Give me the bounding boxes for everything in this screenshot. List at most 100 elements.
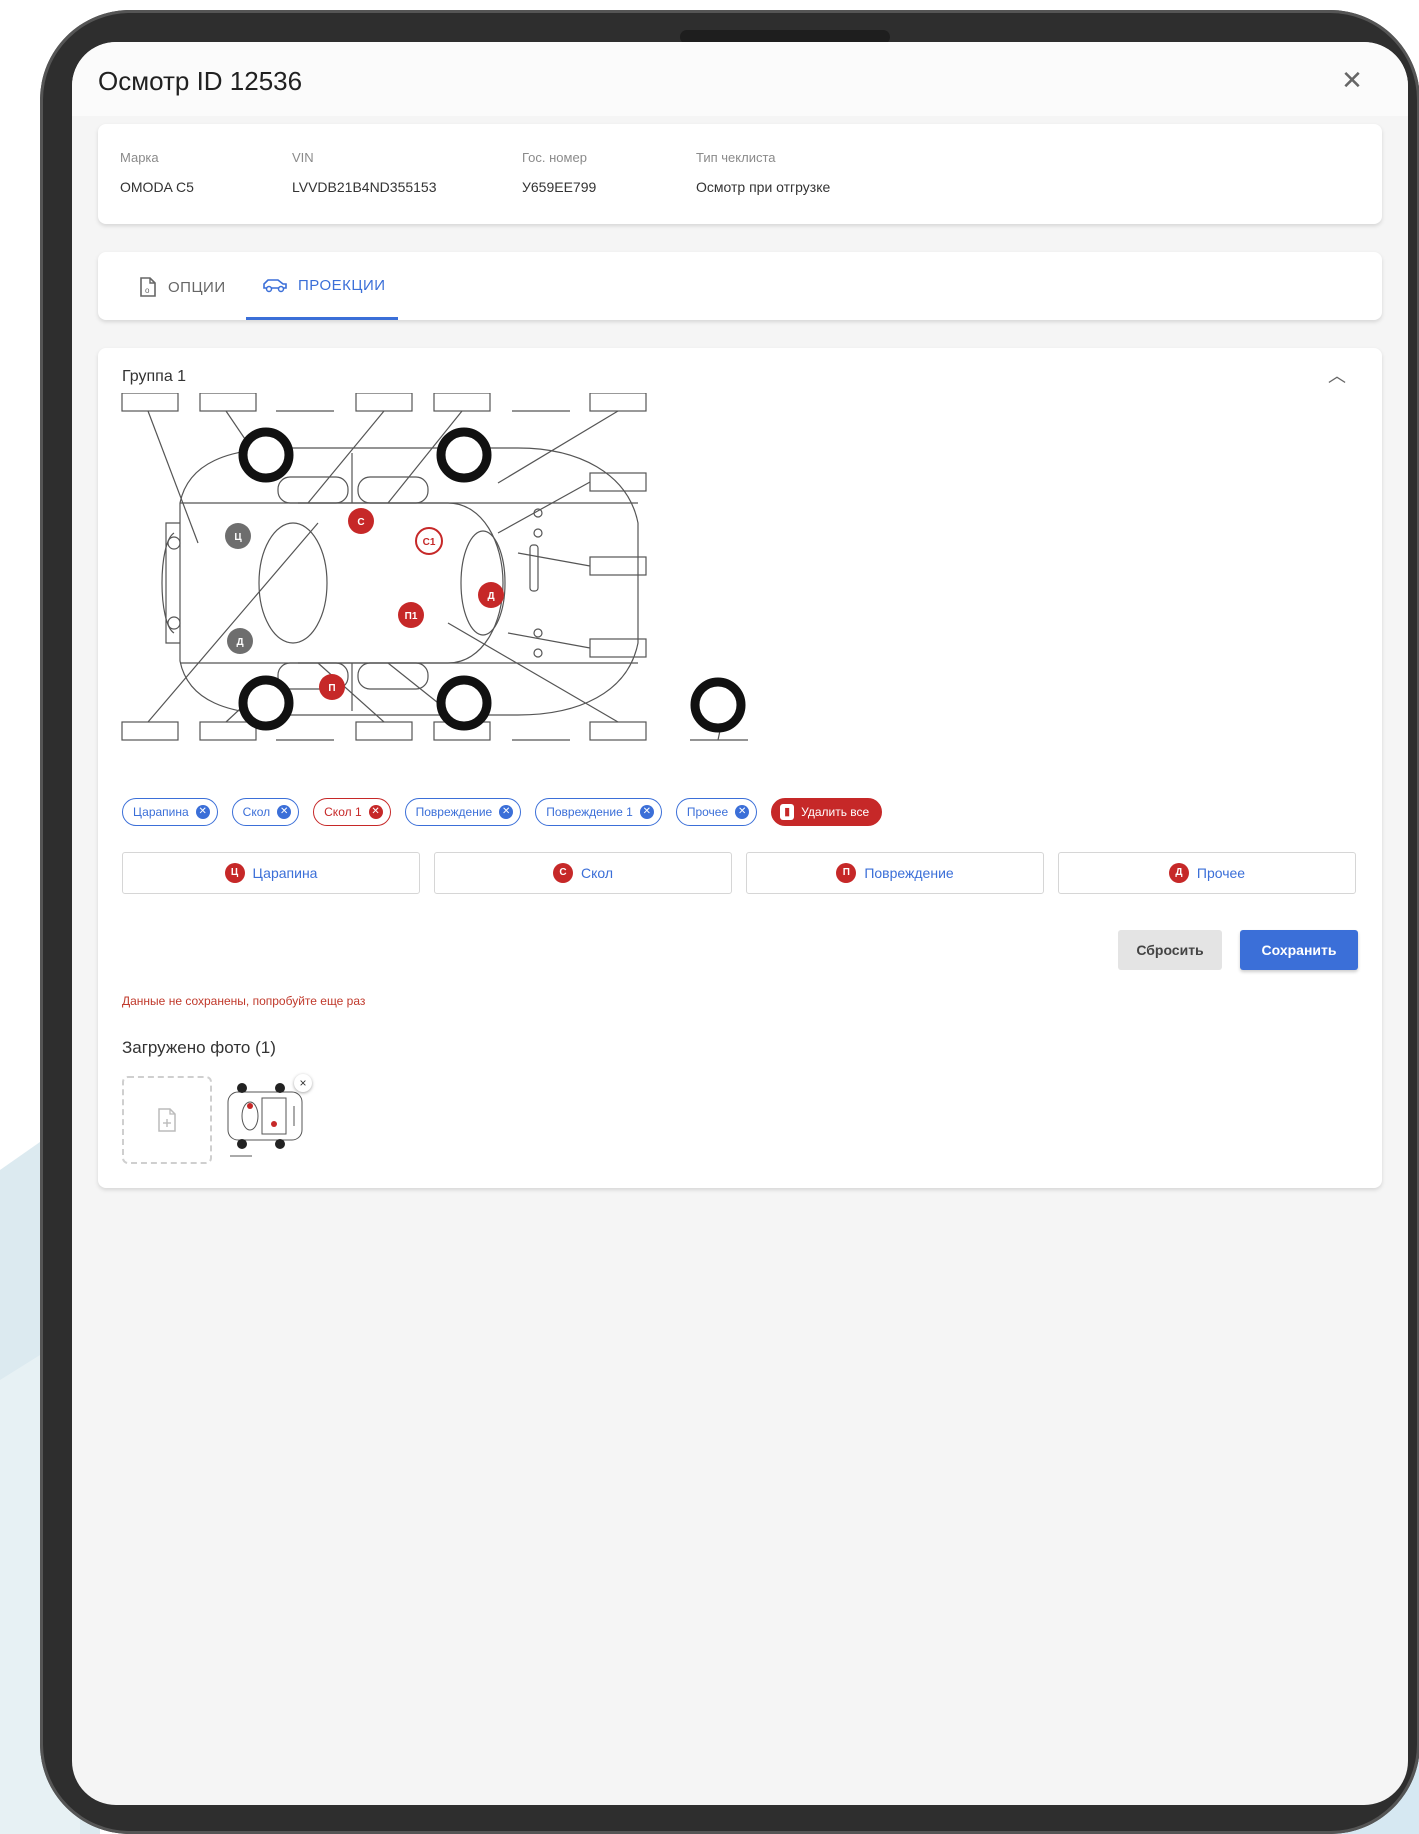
close-icon[interactable]: ✕ bbox=[277, 805, 292, 819]
damage-marker[interactable]: С bbox=[348, 508, 374, 534]
checklist-field: Тип чеклиста Осмотр при отгрузке bbox=[696, 150, 830, 195]
tab-options-label: ОПЦИИ bbox=[168, 278, 226, 296]
label-slot bbox=[355, 721, 413, 741]
document-icon: o bbox=[140, 277, 156, 297]
group-panel: Группа 1 ︿ Ц С С1 П1 П Д Д Царапина ✕ Ск… bbox=[98, 348, 1382, 1188]
chip-scratch[interactable]: Царапина ✕ bbox=[122, 798, 218, 826]
close-icon[interactable]: ✕ bbox=[368, 805, 383, 819]
file-upload-icon bbox=[158, 1108, 176, 1132]
damage-badge: Д bbox=[1168, 863, 1189, 883]
svg-text:Д: Д bbox=[487, 591, 494, 602]
tab-projections[interactable]: ПРОЕКЦИИ bbox=[262, 276, 386, 294]
wheel-rear-left bbox=[238, 675, 294, 731]
damage-marker[interactable]: Ц bbox=[225, 523, 251, 549]
svg-text:П: П bbox=[328, 683, 335, 694]
plate-field: Гос. номер У659ЕЕ799 bbox=[522, 150, 596, 195]
wheel-front-right bbox=[436, 427, 492, 483]
save-button[interactable]: Сохранить bbox=[1240, 930, 1358, 970]
car-projection-diagram[interactable]: Ц С С1 П1 П Д Д bbox=[118, 393, 758, 773]
chip-chip[interactable]: Скол ✕ bbox=[231, 798, 300, 826]
chip-label: Прочее bbox=[686, 805, 729, 819]
close-icon[interactable]: ✕ bbox=[195, 805, 210, 819]
trash-icon: ▮ bbox=[780, 804, 795, 820]
damage-type-label: Скол bbox=[580, 865, 614, 881]
damage-type-buttons: Ц Царапина С Скол П Повреждение Д Прочее bbox=[122, 852, 1356, 894]
damage-marker[interactable]: П1 bbox=[398, 602, 424, 628]
chip-label: Скол bbox=[242, 805, 271, 819]
damage-marker[interactable]: Д bbox=[227, 628, 253, 654]
damage-badge: Ц bbox=[224, 863, 245, 883]
uploaded-photos-title: Загружено фото (1) bbox=[122, 1038, 276, 1057]
vin-value: LVVDB21B4ND355153 bbox=[292, 179, 437, 195]
group-title: Группа 1 bbox=[122, 368, 187, 385]
active-tab-indicator bbox=[246, 317, 398, 320]
add-chip-button[interactable]: С Скол bbox=[434, 852, 732, 894]
label-slot bbox=[355, 393, 413, 412]
delete-all-label: Удалить все bbox=[801, 805, 870, 819]
add-other-button[interactable]: Д Прочее bbox=[1058, 852, 1356, 894]
damage-badge: С bbox=[552, 863, 573, 883]
plate-value: У659ЕЕ799 bbox=[522, 179, 597, 195]
svg-text:Д: Д bbox=[236, 637, 243, 648]
vin-label: VIN bbox=[292, 150, 314, 165]
tab-options[interactable]: o ОПЦИИ bbox=[138, 276, 226, 298]
chip-damage[interactable]: Повреждение ✕ bbox=[404, 798, 522, 826]
damage-marker[interactable]: Д bbox=[478, 582, 504, 608]
error-message: Данные не сохранены, попробуйте еще раз bbox=[122, 994, 366, 1008]
label-slot bbox=[589, 721, 647, 741]
svg-text:С: С bbox=[357, 517, 364, 528]
damage-marker[interactable]: С1 bbox=[415, 527, 443, 555]
close-icon[interactable]: ✕ bbox=[499, 805, 514, 819]
checklist-value: Осмотр при отгрузке bbox=[696, 179, 831, 195]
chip-label: Повреждение bbox=[415, 805, 493, 819]
plate-label: Гос. номер bbox=[522, 150, 587, 165]
add-scratch-button[interactable]: Ц Царапина bbox=[122, 852, 420, 894]
reset-button[interactable]: Сбросить bbox=[1118, 930, 1222, 970]
add-damage-button[interactable]: П Повреждение bbox=[746, 852, 1044, 894]
chip-chip-1[interactable]: Скол 1 ✕ bbox=[313, 798, 391, 826]
chip-label: Повреждение 1 bbox=[546, 805, 633, 819]
remove-photo-button[interactable]: × bbox=[294, 1074, 312, 1092]
svg-text:Ц: Ц bbox=[234, 532, 242, 543]
label-slot bbox=[433, 393, 491, 412]
wheel-spare bbox=[690, 677, 746, 733]
damage-type-label: Прочее bbox=[1196, 865, 1246, 881]
chip-other[interactable]: Прочее ✕ bbox=[675, 798, 758, 826]
brand-label: Марка bbox=[120, 150, 159, 165]
label-slot bbox=[199, 393, 257, 412]
brand-field: Марка OMODA C5 bbox=[120, 150, 194, 195]
close-icon[interactable]: ✕ bbox=[1336, 64, 1368, 96]
damage-marker[interactable]: П bbox=[319, 674, 345, 700]
dialog-header: Осмотр ID 12536 ✕ bbox=[72, 42, 1408, 116]
label-slot bbox=[589, 393, 647, 412]
app-screen: Осмотр ID 12536 ✕ Марка OMODA C5 VIN LVV… bbox=[72, 42, 1408, 1805]
chip-label: Скол 1 bbox=[324, 805, 362, 819]
vin-field: VIN LVVDB21B4ND355153 bbox=[292, 150, 437, 195]
label-slot bbox=[121, 393, 179, 412]
tabs-bar: o ОПЦИИ ПРОЕКЦИИ bbox=[98, 252, 1382, 320]
svg-text:С1: С1 bbox=[423, 537, 436, 548]
tab-projections-label: ПРОЕКЦИИ bbox=[298, 276, 386, 294]
damage-badge: П bbox=[836, 863, 857, 883]
delete-all-button[interactable]: ▮ Удалить все bbox=[771, 798, 883, 826]
damage-type-label: Царапина bbox=[252, 865, 318, 881]
chip-damage-1[interactable]: Повреждение 1 ✕ bbox=[535, 798, 662, 826]
label-slot bbox=[121, 721, 179, 741]
close-icon[interactable]: ✕ bbox=[639, 805, 654, 819]
close-icon[interactable]: ✕ bbox=[735, 805, 750, 819]
label-slot bbox=[589, 472, 647, 492]
dialog-title: Осмотр ID 12536 bbox=[98, 66, 303, 96]
car-icon bbox=[263, 279, 287, 293]
label-slot bbox=[199, 721, 257, 741]
wheel-front-left bbox=[238, 427, 294, 483]
brand-value: OMODA C5 bbox=[120, 179, 194, 195]
svg-text:П1: П1 bbox=[405, 611, 418, 622]
selected-damage-chips: Царапина ✕ Скол ✕ Скол 1 ✕ Повреждение ✕… bbox=[122, 798, 883, 826]
chevron-up-icon[interactable]: ︿ bbox=[1328, 362, 1346, 388]
vehicle-info-card: Марка OMODA C5 VIN LVVDB21B4ND355153 Гос… bbox=[98, 124, 1382, 224]
wheel-rear-right bbox=[436, 675, 492, 731]
chip-label: Царапина bbox=[133, 805, 189, 819]
damage-type-label: Повреждение bbox=[864, 865, 954, 881]
svg-text:o: o bbox=[145, 286, 150, 295]
upload-photo-button[interactable] bbox=[122, 1076, 212, 1164]
